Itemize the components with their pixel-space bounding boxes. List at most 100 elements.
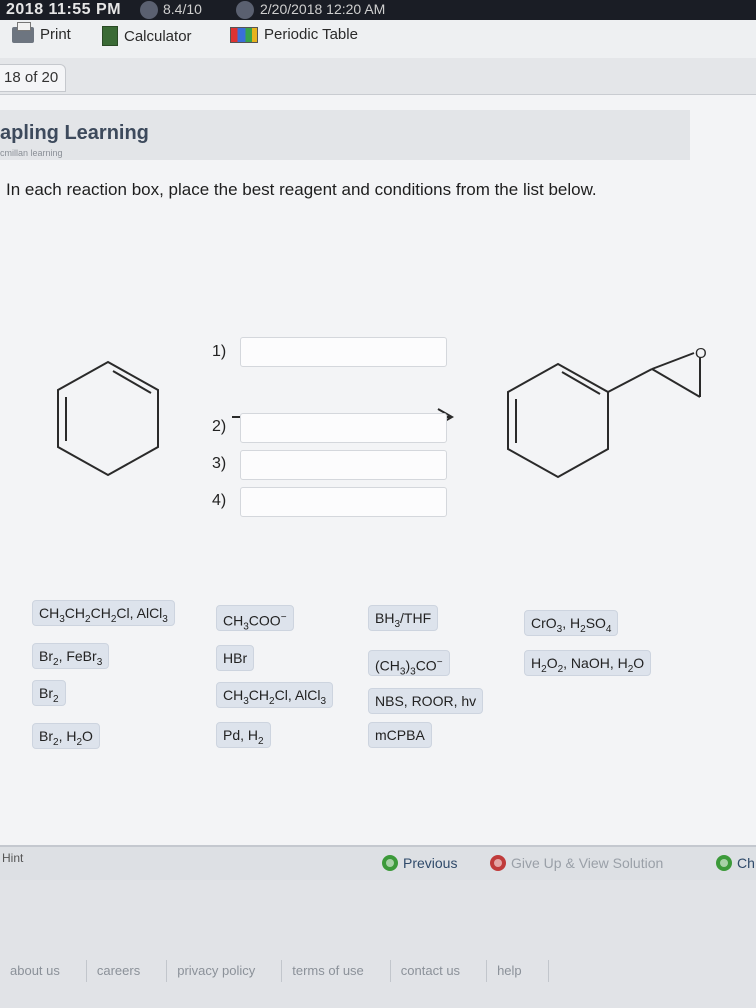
reaction-box-4[interactable] bbox=[240, 487, 447, 517]
reagent-text-part: , H bbox=[562, 615, 581, 631]
reagent-text-part: 3 bbox=[162, 613, 168, 625]
reagent-text-part: Pd, H bbox=[223, 727, 259, 743]
brand-tagline: cmillan learning bbox=[0, 148, 63, 158]
previous-label: Previous bbox=[403, 855, 458, 871]
toolbar: Print Calculator Periodic Table bbox=[0, 20, 756, 58]
reagent-text-part: CH bbox=[223, 687, 244, 703]
reaction-box-2[interactable] bbox=[240, 413, 447, 443]
footer-link[interactable]: careers bbox=[87, 960, 168, 982]
reagent-chip[interactable]: BH3/THF bbox=[368, 605, 439, 631]
reagent-text-part: HBr bbox=[223, 650, 248, 666]
reagent-chip[interactable]: Pd, H2 bbox=[216, 722, 271, 748]
footer: about us careers privacy policy terms of us… bbox=[0, 880, 756, 1008]
reagent-chip[interactable]: H2O2, NaOH, H2O bbox=[524, 650, 652, 676]
reagent-chip[interactable]: Br2, H2O bbox=[32, 723, 100, 749]
reaction-box-1[interactable] bbox=[240, 337, 447, 367]
hint-link[interactable]: Hint bbox=[2, 851, 23, 865]
reagent-text-part: , H bbox=[58, 728, 77, 744]
calculator-label: Calculator bbox=[124, 27, 192, 45]
give-up-icon bbox=[490, 855, 506, 871]
reagent-text-part: COO bbox=[248, 612, 281, 629]
reagent-text-part: − bbox=[280, 612, 287, 623]
reagent-text-part: O bbox=[82, 728, 93, 744]
step-4-label: 4) bbox=[212, 492, 227, 509]
reagent-chip[interactable]: (CH3)3CO− bbox=[368, 650, 450, 677]
reagent-chip[interactable]: CH3COO− bbox=[216, 605, 294, 632]
reagent-chip[interactable]: HBr bbox=[216, 645, 255, 671]
reaction-area: O 1) 2) 3) 4) bbox=[0, 315, 756, 555]
footer-link[interactable]: contact us bbox=[391, 960, 488, 982]
due-text: 2/20/2018 12:20 AM bbox=[260, 1, 386, 17]
footer-link[interactable]: help bbox=[487, 960, 549, 982]
footer-link[interactable]: terms of use bbox=[282, 960, 391, 982]
reagent-text-part: /THF bbox=[400, 610, 432, 626]
reaction-box-3[interactable] bbox=[240, 450, 447, 480]
printer-icon bbox=[12, 21, 34, 43]
reagent-text-part: Br bbox=[39, 728, 53, 744]
score-text: 8.4/10 bbox=[163, 1, 202, 17]
starting-ring bbox=[57, 360, 159, 477]
reagent-text-part: CH bbox=[248, 687, 270, 703]
question-counter-tab[interactable]: 18 of 20 bbox=[0, 64, 66, 92]
epoxide-oxygen-label: O bbox=[695, 345, 707, 362]
reagent-chip[interactable]: mCPBA bbox=[368, 722, 432, 748]
periodic-table-button[interactable]: Periodic Table bbox=[230, 26, 358, 43]
previous-button[interactable]: Previous bbox=[382, 855, 457, 871]
reagent-chip[interactable]: Br2, FeBr3 bbox=[32, 643, 110, 669]
print-label: Print bbox=[40, 26, 71, 43]
reagent-text-part: − bbox=[436, 657, 443, 668]
question-content: apling Learning cmillan learning In each… bbox=[0, 95, 756, 855]
reagent-text-part: 2 bbox=[258, 735, 264, 747]
reagent-text-part: Cl, AlCl bbox=[116, 605, 163, 621]
footer-link[interactable]: privacy policy bbox=[167, 960, 283, 982]
step-3-label: 3) bbox=[212, 455, 227, 472]
calculator-icon bbox=[102, 26, 118, 46]
reagent-chip[interactable]: NBS, ROOR, hv bbox=[368, 688, 484, 714]
reagent-text-part: O bbox=[633, 655, 645, 671]
reagent-text-part: NBS, ROOR, hv bbox=[375, 693, 477, 709]
check-button[interactable]: Ch bbox=[716, 855, 755, 871]
print-button[interactable]: Print bbox=[12, 21, 71, 43]
reagent-chip[interactable]: Br2 bbox=[32, 680, 66, 706]
reagent-text-part: Br bbox=[39, 648, 53, 664]
hint-bar: Hint Previous Give Up & View Solution Ch bbox=[0, 845, 756, 881]
product-ring bbox=[507, 352, 701, 479]
reagent-text-part: (CH bbox=[375, 657, 400, 674]
check-label: Ch bbox=[737, 855, 755, 871]
reagent-text-part: mCPBA bbox=[375, 727, 425, 743]
brand-bar: apling Learning cmillan learning bbox=[0, 110, 690, 160]
periodic-table-icon bbox=[230, 26, 258, 43]
reagent-text-part: CO bbox=[415, 657, 437, 674]
footer-links: about us careers privacy policy terms of us… bbox=[0, 960, 549, 982]
reagent-text-part: H bbox=[531, 655, 542, 671]
previous-icon bbox=[382, 855, 398, 871]
give-up-label: Give Up & View Solution bbox=[511, 855, 664, 871]
reagent-text-part: , FeBr bbox=[58, 648, 97, 664]
step-1-label: 1) bbox=[212, 343, 227, 360]
reagent-text-part: O bbox=[546, 655, 558, 671]
reagent-text-part: Cl, AlCl bbox=[274, 687, 321, 703]
periodic-table-label: Periodic Table bbox=[264, 26, 358, 43]
reagent-chip[interactable]: CH3CH2CH2Cl, AlCl3 bbox=[32, 600, 175, 626]
footer-link[interactable]: about us bbox=[0, 960, 87, 982]
give-up-button[interactable]: Give Up & View Solution bbox=[490, 855, 663, 871]
due-icon bbox=[236, 1, 254, 19]
reagent-text-part: 2 bbox=[53, 693, 59, 705]
reagent-text-part: 4 bbox=[605, 623, 612, 635]
score-icon bbox=[140, 1, 158, 19]
brand-logo: apling Learning bbox=[0, 122, 149, 144]
reagent-text-part: BH bbox=[375, 610, 395, 626]
reagent-text-part: 3 bbox=[320, 695, 327, 707]
reagent-text-part: CH bbox=[64, 605, 86, 621]
tab-strip: 18 of 20 bbox=[0, 58, 756, 95]
check-icon bbox=[716, 855, 732, 871]
reagent-text-part: CrO bbox=[531, 615, 557, 631]
reagent-chip[interactable]: CH3CH2Cl, AlCl3 bbox=[216, 682, 334, 708]
reagent-text-part: CH bbox=[223, 612, 244, 629]
reagent-text-part: CH bbox=[39, 605, 60, 621]
calculator-button[interactable]: Calculator bbox=[102, 26, 192, 46]
instruction-text: In each reaction box, place the best rea… bbox=[6, 180, 597, 199]
reagent-chip[interactable]: CrO3, H2SO4 bbox=[524, 610, 619, 636]
reagent-text-part: Br bbox=[39, 685, 53, 701]
clock-text: 2018 11:55 PM bbox=[6, 1, 122, 18]
